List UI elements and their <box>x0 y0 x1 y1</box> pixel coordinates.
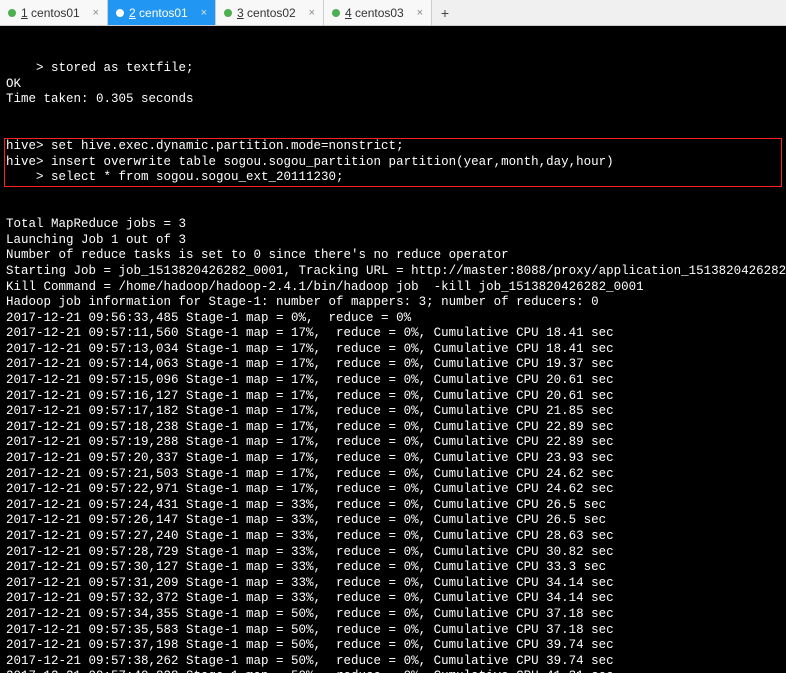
terminal-line: 2017-12-21 09:57:27,240 Stage-1 map = 33… <box>6 529 780 545</box>
terminal-line: 2017-12-21 09:57:32,372 Stage-1 map = 33… <box>6 591 780 607</box>
terminal-output: > stored as textfile;OKTime taken: 0.305… <box>0 26 786 673</box>
close-icon[interactable]: × <box>201 7 207 19</box>
connection-status-icon <box>8 9 16 17</box>
close-icon[interactable]: × <box>93 7 99 19</box>
connection-status-icon <box>332 9 340 17</box>
add-tab-button[interactable]: + <box>432 0 458 25</box>
tab-label: 4 centos03 <box>345 6 404 20</box>
terminal-line: 2017-12-21 09:56:33,485 Stage-1 map = 0%… <box>6 311 780 327</box>
terminal-line: Hadoop job information for Stage-1: numb… <box>6 295 780 311</box>
terminal-line: hive> set hive.exec.dynamic.partition.mo… <box>6 139 780 155</box>
terminal-line: 2017-12-21 09:57:11,560 Stage-1 map = 17… <box>6 326 780 342</box>
terminal-line: 2017-12-21 09:57:21,503 Stage-1 map = 17… <box>6 467 780 483</box>
terminal-pre-box: > stored as textfile;OKTime taken: 0.305… <box>6 61 780 108</box>
terminal-line: Number of reduce tasks is set to 0 since… <box>6 248 780 264</box>
terminal-line: 2017-12-21 09:57:22,971 Stage-1 map = 17… <box>6 482 780 498</box>
connection-status-icon <box>224 9 232 17</box>
terminal-line: > stored as textfile; <box>6 61 780 77</box>
terminal-line: 2017-12-21 09:57:38,262 Stage-1 map = 50… <box>6 654 780 670</box>
close-icon[interactable]: × <box>417 7 423 19</box>
highlighted-commands: hive> set hive.exec.dynamic.partition.mo… <box>4 138 782 187</box>
terminal-line: 2017-12-21 09:57:13,034 Stage-1 map = 17… <box>6 342 780 358</box>
terminal-line: 2017-12-21 09:57:26,147 Stage-1 map = 33… <box>6 513 780 529</box>
terminal-line: Time taken: 0.305 seconds <box>6 92 780 108</box>
tab-label: 2 centos01 <box>129 6 188 20</box>
terminal-line: 2017-12-21 09:57:18,238 Stage-1 map = 17… <box>6 420 780 436</box>
terminal-line: 2017-12-21 09:57:31,209 Stage-1 map = 33… <box>6 576 780 592</box>
terminal-line: Starting Job = job_1513820426282_0001, T… <box>6 264 780 280</box>
terminal-post-box: Total MapReduce jobs = 3Launching Job 1 … <box>6 217 780 673</box>
tab-bar: 1 centos01×2 centos01×3 centos02×4 cento… <box>0 0 786 26</box>
terminal-line: 2017-12-21 09:57:16,127 Stage-1 map = 17… <box>6 389 780 405</box>
terminal-line: 2017-12-21 09:57:20,337 Stage-1 map = 17… <box>6 451 780 467</box>
tab-2-centos01[interactable]: 2 centos01 × <box>108 0 216 25</box>
terminal-line: Launching Job 1 out of 3 <box>6 233 780 249</box>
terminal-line: Kill Command = /home/hadoop/hadoop-2.4.1… <box>6 280 780 296</box>
close-icon[interactable]: × <box>309 7 315 19</box>
terminal-line: 2017-12-21 09:57:37,198 Stage-1 map = 50… <box>6 638 780 654</box>
terminal-line: hive> insert overwrite table sogou.sogou… <box>6 155 780 171</box>
terminal-line: 2017-12-21 09:57:14,063 Stage-1 map = 17… <box>6 357 780 373</box>
terminal-line: 2017-12-21 09:57:30,127 Stage-1 map = 33… <box>6 560 780 576</box>
terminal-line: 2017-12-21 09:57:34,355 Stage-1 map = 50… <box>6 607 780 623</box>
tab-label: 3 centos02 <box>237 6 296 20</box>
terminal-line: 2017-12-21 09:57:24,431 Stage-1 map = 33… <box>6 498 780 514</box>
tab-3-centos02[interactable]: 3 centos02 × <box>216 0 324 25</box>
tab-4-centos03[interactable]: 4 centos03 × <box>324 0 432 25</box>
terminal-line: > select * from sogou.sogou_ext_20111230… <box>6 170 780 186</box>
tab-label: 1 centos01 <box>21 6 80 20</box>
terminal-line: OK <box>6 77 780 93</box>
terminal-line: 2017-12-21 09:57:40,828 Stage-1 map = 50… <box>6 669 780 673</box>
terminal-line: 2017-12-21 09:57:28,729 Stage-1 map = 33… <box>6 545 780 561</box>
terminal-line: 2017-12-21 09:57:19,288 Stage-1 map = 17… <box>6 435 780 451</box>
terminal-line: Total MapReduce jobs = 3 <box>6 217 780 233</box>
tab-1-centos01[interactable]: 1 centos01 × <box>0 0 108 25</box>
terminal-line: 2017-12-21 09:57:15,096 Stage-1 map = 17… <box>6 373 780 389</box>
connection-status-icon <box>116 9 124 17</box>
terminal-line: 2017-12-21 09:57:17,182 Stage-1 map = 17… <box>6 404 780 420</box>
terminal-line: 2017-12-21 09:57:35,583 Stage-1 map = 50… <box>6 623 780 639</box>
